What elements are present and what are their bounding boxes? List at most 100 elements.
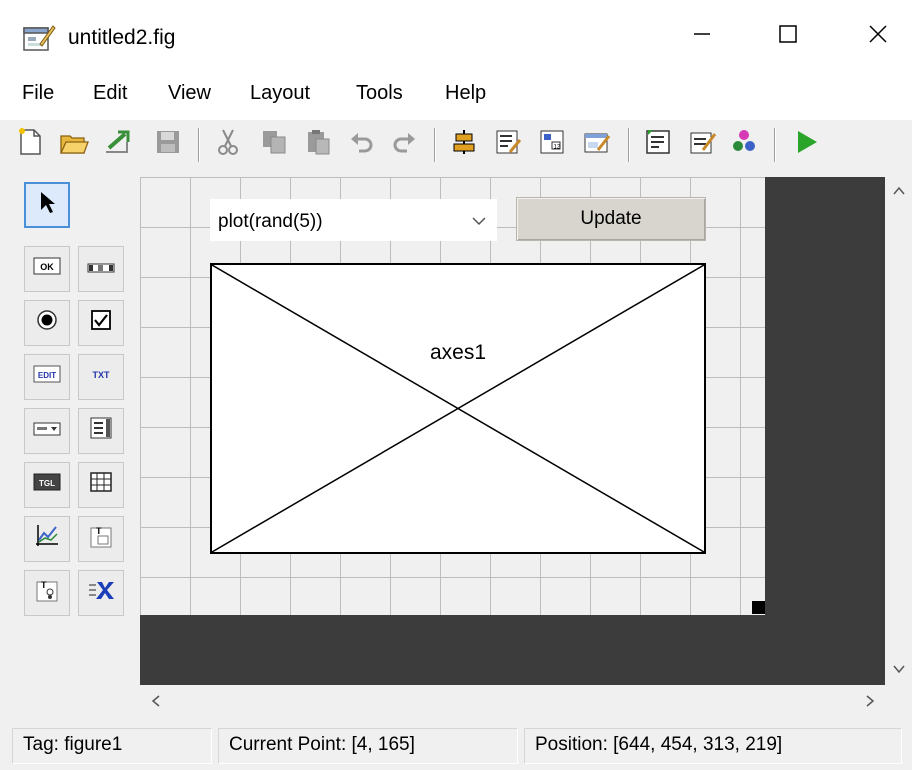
- vertical-scrollbar[interactable]: [885, 177, 912, 685]
- property-inspector-button[interactable]: [684, 126, 720, 164]
- undo-button[interactable]: [344, 126, 380, 164]
- toolbar-separator: [198, 128, 200, 162]
- figure-canvas[interactable]: plot(rand(5)) Update axes1: [140, 177, 765, 615]
- window-title: untitled2.fig: [68, 26, 176, 49]
- scroll-left-icon[interactable]: [144, 689, 168, 713]
- edit-text-icon: EDIT: [33, 364, 61, 390]
- menu-bar: File Edit View Layout Tools Help: [0, 72, 912, 120]
- svg-text:T: T: [96, 526, 102, 536]
- redo-button[interactable]: [386, 126, 422, 164]
- select-arrow-icon: [37, 190, 57, 220]
- minimize-icon: [692, 24, 712, 50]
- tab-order-button[interactable]: 12: [534, 126, 570, 164]
- run-button[interactable]: [788, 126, 824, 164]
- open-button[interactable]: [56, 126, 92, 164]
- cut-icon: [215, 128, 241, 162]
- scroll-right-icon[interactable]: [858, 689, 882, 713]
- plot-popup-menu[interactable]: plot(rand(5)): [210, 199, 497, 241]
- palette-radiobutton[interactable]: [24, 300, 70, 346]
- static-text-icon: TXT: [87, 364, 115, 390]
- open-icon: [59, 128, 89, 162]
- editor-icon: [644, 128, 672, 162]
- axes-icon: [34, 523, 60, 555]
- horizontal-scrollbar[interactable]: [140, 685, 885, 717]
- axes-cross: [212, 265, 704, 552]
- paste-icon: [304, 128, 332, 162]
- redo-icon: [391, 129, 417, 161]
- palette-panel[interactable]: T: [78, 516, 124, 562]
- listbox-icon: [89, 416, 113, 446]
- status-tag: Tag: figure1: [12, 728, 212, 764]
- minimize-button[interactable]: [670, 14, 734, 60]
- toolbar-editor-icon: [582, 128, 611, 162]
- palette-popup-menu[interactable]: [24, 408, 70, 454]
- save-icon: [155, 129, 181, 161]
- menu-editor-button[interactable]: [490, 126, 526, 164]
- copy-icon: [260, 128, 288, 162]
- palette-listbox[interactable]: [78, 408, 124, 454]
- palette-table[interactable]: [78, 462, 124, 508]
- chevron-down-icon[interactable]: [462, 200, 496, 242]
- new-icon: [16, 127, 44, 163]
- grid-line: [190, 177, 191, 615]
- figure-resize-handle[interactable]: [752, 601, 765, 614]
- palette-axes[interactable]: [24, 516, 70, 562]
- new-button[interactable]: [12, 126, 48, 164]
- export-button[interactable]: [100, 126, 136, 164]
- object-browser-button[interactable]: [726, 126, 762, 164]
- svg-text:T: T: [41, 580, 47, 590]
- palette-checkbox[interactable]: [78, 300, 124, 346]
- palette-button-group[interactable]: T: [24, 570, 70, 616]
- scroll-up-icon[interactable]: [887, 179, 911, 203]
- static-text-label: TXT: [93, 370, 111, 380]
- pushbutton-label: OK: [40, 262, 54, 272]
- slider-icon: [87, 258, 115, 281]
- menu-view[interactable]: View: [168, 82, 211, 105]
- menu-file[interactable]: File: [22, 82, 54, 105]
- undo-icon: [349, 129, 375, 161]
- close-icon: [868, 24, 888, 50]
- menu-tools[interactable]: Tools: [356, 82, 403, 105]
- grid-line: [140, 177, 141, 615]
- panel-icon: T: [88, 523, 114, 555]
- toggle-button-icon: TGL: [33, 472, 61, 498]
- menu-editor-icon: [494, 128, 522, 162]
- popup-menu-icon: [33, 420, 61, 443]
- palette-slider[interactable]: [78, 246, 124, 292]
- palette-edit-text[interactable]: EDIT: [24, 354, 70, 400]
- property-inspector-icon: [688, 128, 717, 162]
- status-bar: Tag: figure1 Current Point: [4, 165] Pos…: [0, 722, 912, 770]
- svg-text:12: 12: [554, 145, 561, 151]
- save-button[interactable]: [150, 126, 186, 164]
- toolbar-editor-button[interactable]: [578, 126, 614, 164]
- activex-icon: [87, 578, 115, 608]
- close-button[interactable]: [846, 14, 910, 60]
- editor-button[interactable]: [640, 126, 676, 164]
- palette-static-text[interactable]: TXT: [78, 354, 124, 400]
- cut-button[interactable]: [210, 126, 246, 164]
- menu-edit[interactable]: Edit: [93, 82, 127, 105]
- toolbar: 12: [0, 120, 912, 172]
- palette-toggle-button[interactable]: TGL: [24, 462, 70, 508]
- palette-activex[interactable]: [78, 570, 124, 616]
- grid-line: [140, 177, 765, 178]
- scroll-down-icon[interactable]: [887, 657, 911, 681]
- menu-layout[interactable]: Layout: [250, 82, 310, 105]
- edit-text-label: EDIT: [38, 371, 56, 380]
- pushbutton-icon: OK: [33, 256, 61, 282]
- copy-button[interactable]: [256, 126, 292, 164]
- layout-area: plot(rand(5)) Update axes1: [140, 177, 885, 685]
- toolbar-separator: [628, 128, 630, 162]
- maximize-button[interactable]: [756, 14, 820, 60]
- update-button[interactable]: Update: [516, 197, 706, 241]
- palette-pushbutton[interactable]: OK: [24, 246, 70, 292]
- align-button[interactable]: [446, 126, 482, 164]
- palette-select-tool[interactable]: [24, 182, 70, 228]
- component-palette: OK EDIT TXT TGL T T: [0, 172, 140, 690]
- run-icon: [792, 128, 820, 162]
- menu-help[interactable]: Help: [445, 82, 486, 105]
- paste-button[interactable]: [300, 126, 336, 164]
- toolbar-separator: [434, 128, 436, 162]
- toolbar-separator: [774, 128, 776, 162]
- axes-placeholder[interactable]: axes1: [210, 263, 706, 554]
